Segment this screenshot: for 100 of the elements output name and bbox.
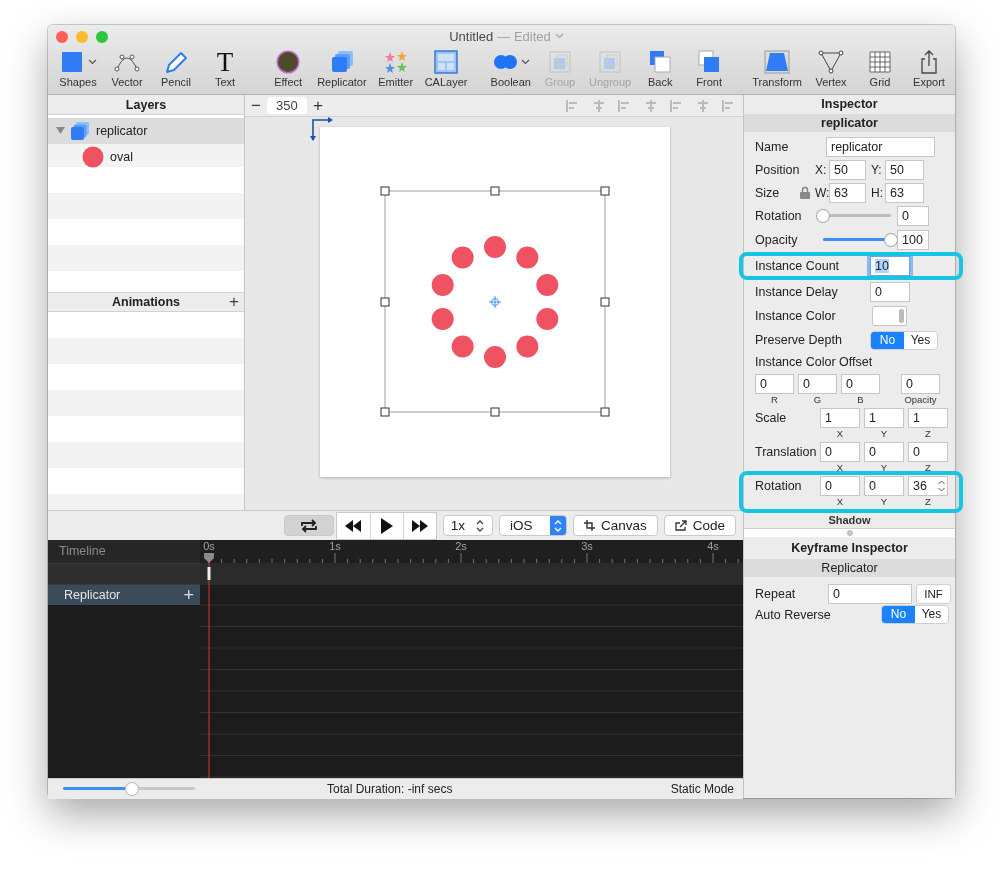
canvas-button[interactable]: Canvas — [572, 515, 658, 536]
field-caption: X — [836, 496, 844, 507]
segment-option[interactable]: No — [882, 606, 915, 623]
crop-icon — [583, 520, 595, 531]
toolbar-label[interactable]: Text — [214, 76, 236, 88]
toolbar-label[interactable]: Vector — [111, 76, 143, 88]
align-icon[interactable] — [643, 98, 659, 113]
number-field[interactable]: 63 — [885, 182, 924, 203]
number-field[interactable]: 100 — [897, 230, 929, 250]
field-caption: Z — [925, 462, 931, 473]
code-button[interactable]: Code — [663, 515, 736, 536]
replicated-dot — [536, 308, 559, 330]
number-field[interactable]: 0 — [908, 442, 948, 462]
number-field[interactable]: 50 — [829, 159, 866, 180]
number-field[interactable]: 10 — [870, 256, 910, 276]
field-caption: R — [771, 394, 778, 405]
field-label: Preserve Depth — [755, 333, 843, 347]
close-button[interactable] — [56, 31, 68, 43]
name-field[interactable]: replicator — [826, 136, 935, 157]
add-button[interactable]: + — [183, 584, 194, 606]
inspector-title: Keyframe Inspector — [790, 540, 909, 557]
add-button[interactable]: + — [229, 292, 239, 312]
toolbar-label[interactable]: Shapes — [59, 76, 97, 88]
platform-popup[interactable]: iOS — [498, 515, 567, 536]
zoom-out-button[interactable]: − — [251, 96, 261, 115]
field-label: Opacity — [755, 233, 799, 247]
segment-option[interactable]: Yes — [915, 606, 948, 623]
segment-option[interactable]: Yes — [904, 331, 937, 349]
field-label: Size — [755, 185, 781, 200]
field-caption: Opacity — [904, 394, 937, 405]
number-field[interactable]: 63 — [829, 182, 866, 203]
section-label: Instance Color Offset — [755, 355, 873, 369]
track-row[interactable]: Replicator + — [48, 585, 200, 605]
number-field[interactable]: 1 — [820, 408, 860, 428]
timeline-title: Timeline — [48, 540, 200, 563]
number-field[interactable]: 1 — [908, 408, 948, 428]
align-icon[interactable] — [695, 98, 711, 113]
trapezoid-icon[interactable] — [763, 48, 792, 75]
number-field[interactable]: 0 — [897, 206, 929, 226]
axis-label: X: — [815, 162, 828, 177]
playhead[interactable] — [204, 553, 214, 778]
layer-row[interactable]: oval — [74, 144, 244, 170]
splitter-handle[interactable] — [846, 530, 853, 536]
layer-row[interactable]: replicator — [48, 118, 244, 144]
toolbar-label[interactable]: CALayer — [424, 76, 468, 88]
toolbar-label[interactable]: Boolean — [490, 76, 531, 88]
inspector-title: Inspector — [820, 96, 879, 113]
toolbar-label[interactable]: Grid — [869, 76, 891, 88]
number-field[interactable]: 0 — [798, 374, 837, 394]
toolbar-label[interactable]: Vertex — [815, 76, 847, 88]
toolbar-label[interactable]: Pencil — [161, 76, 191, 88]
replicated-dot — [431, 308, 454, 330]
caret-icon[interactable] — [520, 58, 530, 65]
share-icon — [674, 520, 687, 531]
number-stepper[interactable]: 36 — [908, 476, 948, 496]
number-field[interactable]: 50 — [885, 159, 924, 180]
replicated-dot — [451, 335, 474, 358]
speed-stepper[interactable]: 1x — [442, 515, 493, 536]
toolbar-label[interactable]: Emitter — [378, 76, 414, 88]
section-header[interactable]: Shadow — [744, 513, 955, 528]
zoom-field[interactable]: 350 — [266, 97, 307, 114]
number-field[interactable]: 0 — [864, 442, 904, 462]
toolbar-label[interactable]: Back — [647, 76, 673, 88]
field-label: Name — [755, 139, 790, 154]
text-tool-glyph[interactable]: T — [216, 47, 234, 76]
tick-label: 2s — [455, 540, 467, 552]
number-field[interactable]: 1 — [864, 408, 904, 428]
number-field[interactable]: 0 — [828, 583, 912, 604]
toolbar-label[interactable]: Export — [913, 76, 945, 88]
number-field[interactable]: 0 — [755, 374, 794, 394]
toolbar-label[interactable]: Front — [696, 76, 722, 88]
zoom-button[interactable] — [96, 31, 108, 43]
selection-box[interactable] — [380, 186, 610, 417]
number-field[interactable]: 0 — [901, 374, 940, 394]
axis-label: H: — [871, 185, 884, 200]
layout-icon[interactable] — [432, 48, 461, 75]
toolbar-label[interactable]: Effect — [274, 76, 303, 88]
number-field[interactable]: 0 — [841, 374, 880, 394]
inspector-subtitle: Replicator — [744, 559, 955, 577]
triangle-icon[interactable] — [817, 48, 845, 75]
number-field[interactable]: 0 — [864, 476, 904, 496]
lock-icon[interactable] — [800, 186, 810, 199]
zoom-in-button[interactable]: + — [312, 96, 323, 115]
grid-icon[interactable] — [866, 48, 894, 75]
color-well[interactable] — [872, 306, 907, 326]
infinity-button[interactable]: INF — [916, 583, 951, 604]
keyframe-marker[interactable] — [207, 567, 211, 580]
number-field[interactable]: 0 — [870, 282, 910, 302]
loop-button[interactable] — [283, 515, 334, 536]
segment-option[interactable]: No — [871, 331, 904, 349]
number-field[interactable]: 0 — [820, 442, 860, 462]
toolbar-label[interactable]: Transform — [752, 76, 802, 88]
disclosure-triangle-icon[interactable] — [56, 126, 66, 136]
rewind-icon — [345, 519, 362, 532]
number-field[interactable]: 0 — [820, 476, 860, 496]
toolbar-label[interactable]: Replicator — [317, 76, 367, 88]
total-duration: Total Duration: -inf secs — [327, 782, 453, 796]
caret-icon[interactable] — [88, 58, 97, 65]
stepper-arrows-icon — [937, 479, 946, 493]
align-icon[interactable] — [591, 98, 607, 113]
